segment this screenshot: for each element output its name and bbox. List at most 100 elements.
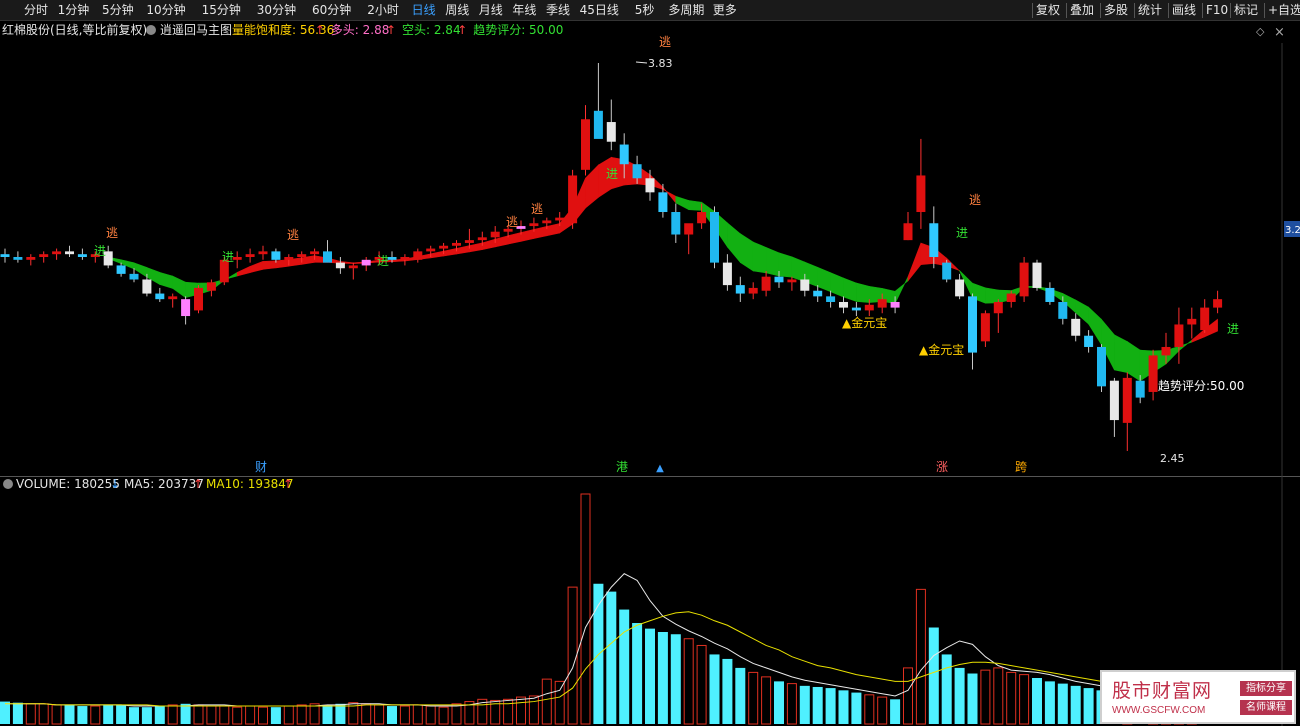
toolbar-period-5[interactable]: 30分钟 [257,2,296,19]
toolbar-period-2[interactable]: 5分钟 [102,2,134,19]
candle [1084,330,1094,353]
volume-bar [915,588,926,725]
volume-bar [567,586,578,725]
toolbar-period-7[interactable]: 2小时 [367,2,399,19]
legend-arrow-2: ↑ [457,23,467,37]
toolbar-tool-6[interactable]: 标记 [1234,2,1258,19]
ribbon-segment [778,252,793,278]
volume-bar [232,706,243,725]
event-marker-3[interactable]: 跨 [1015,460,1027,474]
toolbar-tool-7[interactable]: +自选 [1268,2,1300,19]
legend-arrow-0: ↑ [315,23,325,37]
watermark-title: 股市财富网 [1112,680,1213,702]
volume-bar [38,703,49,725]
escape-signal-3: 逃 [531,202,543,216]
candle [335,257,345,274]
site-watermark: 股市财富网 WWW.GSCFW.COM 指标分享 名师课程 [1100,670,1296,724]
toolbar-period-1[interactable]: 1分钟 [58,2,90,19]
ribbon-segment [752,241,767,274]
toolbar-tool-1[interactable]: 叠加 [1070,2,1094,19]
volume-bar [1057,683,1068,724]
toolbar-period-3[interactable]: 10分钟 [146,2,185,19]
ribbon-segment [443,248,457,257]
toolbar-period-8[interactable]: 日线 [412,2,436,19]
ribbon-segment [843,277,857,302]
ribbon-segment [172,275,186,299]
diamond-icon[interactable]: ◇ [1256,25,1265,38]
toolbar-tool-4[interactable]: 画线 [1172,2,1196,19]
toolbar-period-9[interactable]: 周线 [445,2,469,19]
candle [1187,307,1197,339]
toolbar-period-16[interactable]: 更多 [713,2,737,19]
toolbar-tool-5[interactable]: F10 [1206,2,1228,19]
ribbon-segment [507,232,522,245]
volume-bar [877,696,888,725]
volume-bar [399,705,410,725]
toolbar-period-13[interactable]: 45日线 [580,2,619,19]
ribbon-segment [533,226,548,239]
volume-bar [632,623,643,724]
toolbar-period-10[interactable]: 月线 [479,2,503,19]
candle [413,248,423,263]
toolbar-tool-0[interactable]: 复权 [1036,2,1060,19]
close-icon[interactable]: × [1274,25,1285,40]
candle [77,248,87,260]
toolbar-period-14[interactable]: 5秒 [635,2,655,19]
volume-bar [1019,674,1030,725]
candle [323,240,332,263]
enter-signal-0: 进 [94,244,106,258]
candle [245,248,255,263]
trend-score-label: 趋势评分:50.00 [1158,379,1244,393]
toolbar-period-15[interactable]: 多周期 [668,2,704,19]
volume-bar [51,704,62,725]
candle [1200,299,1210,333]
volume-bar [993,667,1004,725]
toolbar-tool-3[interactable]: 统计 [1138,2,1162,19]
candle [606,99,616,151]
event-arrow-icon: ▲ [656,463,664,474]
event-marker-0[interactable]: 财 [255,460,267,474]
candle [1148,349,1158,401]
ribbon-segment [1114,334,1128,373]
candle [1174,307,1184,364]
volume-bar [774,681,784,724]
event-marker-1[interactable]: 港 [616,460,628,474]
volume-bar [103,704,114,724]
escape-signal-2: 逃 [506,215,518,229]
toolbar-period-0[interactable]: 分时 [24,2,48,19]
volume-bar [387,706,397,724]
ribbon-segment [262,260,277,270]
ribbon-segment [430,250,444,259]
toolbar-period-4[interactable]: 15分钟 [202,2,241,19]
candle [851,301,861,317]
candle [1135,375,1145,404]
ribbon-segment [546,223,561,237]
volume-settings-icon[interactable] [3,479,13,489]
toolbar-tool-2[interactable]: 多股 [1104,2,1128,19]
ma5-value: MA5: 203737 [124,477,204,491]
indicator-settings-icon[interactable] [146,25,156,35]
ribbon-segment [494,235,509,248]
volume-bar [167,704,178,725]
ribbon-segment [1127,340,1141,382]
toolbar-period-12[interactable]: 季线 [546,2,570,19]
escape-signal-1: 逃 [287,228,299,242]
candle [1213,290,1223,314]
volume-bar [1044,681,1055,724]
volume-bar [1070,685,1081,724]
candle [26,254,36,266]
volume-bar [77,706,88,724]
candle [348,262,358,280]
gold-signal-1: ▲金元宝 [842,315,887,330]
volume-arrow: ↓ [110,477,120,491]
event-marker-2[interactable]: 涨 [936,459,948,474]
toolbar-period-6[interactable]: 60分钟 [312,2,351,19]
ribbon-segment [520,229,535,242]
volume-bar [761,676,772,725]
volume-legend: VOLUME: 180255 ↓ MA5: 203737 ↑ MA10: 193… [3,477,294,491]
candle [1109,377,1119,437]
watermark-url: WWW.GSCFW.COM [1112,705,1206,716]
candle [968,293,977,370]
volume-bar [554,680,565,725]
toolbar-period-11[interactable]: 年线 [512,2,536,19]
